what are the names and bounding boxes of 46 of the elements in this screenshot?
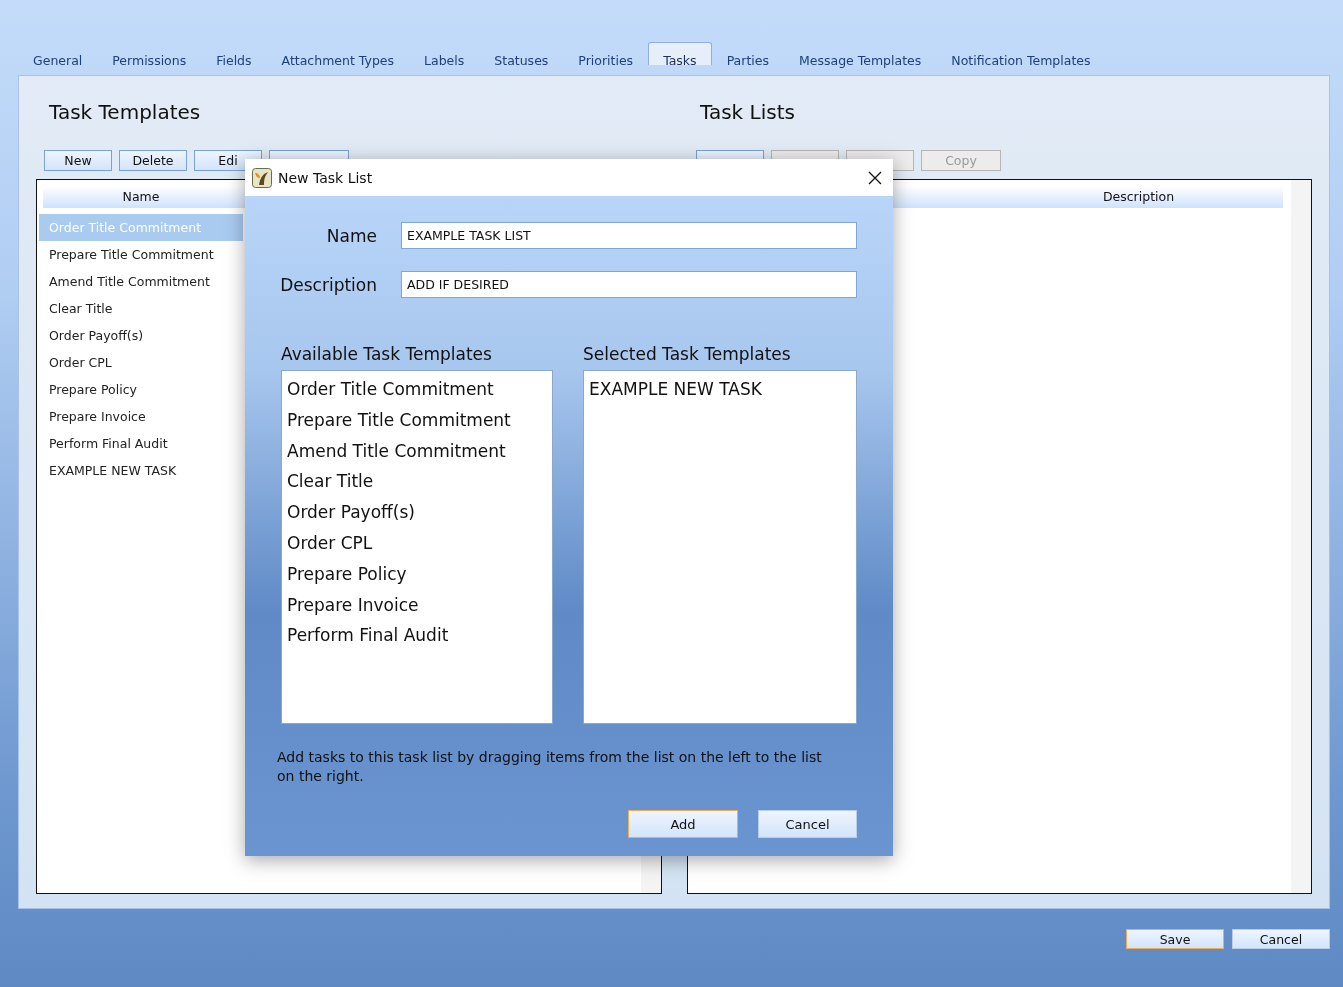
list-item[interactable]: Prepare Policy [287,559,552,591]
list-item[interactable]: Order Payoff(s) [287,498,552,529]
list-item[interactable]: Order CPL [39,349,243,376]
add-button[interactable]: Add [628,810,738,838]
list-item[interactable]: Prepare Title Commitment [39,241,243,268]
list-item[interactable]: Prepare Invoice [287,590,552,622]
list-item[interactable]: EXAMPLE NEW TASK [39,457,243,484]
tab[interactable]: General [18,42,98,65]
field-label: Name [325,225,377,246]
tab[interactable]: Labels [409,42,480,65]
list-item[interactable]: EXAMPLE NEW TASK [589,375,856,406]
list-item[interactable]: Amend Title Commitment [39,268,243,295]
field-label: Description [279,274,377,295]
list-item[interactable]: Prepare Invoice [39,403,243,430]
list-item[interactable]: Clear Title [39,295,243,322]
section-title: Task Lists [700,100,796,126]
save-button[interactable]: Save [1126,929,1224,949]
list-item[interactable]: Prepare Title Commitment [287,405,552,437]
scroll-bar[interactable] [1291,180,1311,893]
toolbar-button[interactable]: Delete [119,150,187,171]
tab[interactable]: Permissions [97,42,202,65]
list-item[interactable]: Clear Title [287,467,552,499]
tab[interactable]: Priorities [563,42,649,65]
close-icon[interactable] [867,169,883,186]
list-item[interactable]: Perform Final Audit [287,621,552,653]
list-item[interactable]: Order Title Commitment [287,375,552,406]
tab[interactable]: Parties [711,42,784,65]
tab[interactable]: Statuses [479,42,564,65]
description-field[interactable]: ADD IF DESIRED [401,271,857,298]
list-title: Selected Task Templates [583,344,792,366]
cancel-button[interactable]: Cancel [1232,929,1330,949]
list-item[interactable]: Prepare Policy [39,376,243,403]
toolbar-button[interactable]: New [44,150,112,171]
app-icon [252,167,272,188]
tab[interactable]: Fields [201,42,267,65]
list-title: Available Task Templates [281,344,493,366]
cancel-button[interactable]: Cancel [758,810,857,838]
list-item[interactable]: Perform Final Audit [39,430,243,457]
tab[interactable]: Tasks [648,42,712,65]
section-title: Task Templates [49,100,202,126]
list-item[interactable]: Amend Title Commitment [287,436,552,468]
name-field[interactable]: EXAMPLE TASK LIST [401,222,857,249]
list-item[interactable]: Order Payoff(s) [39,322,243,349]
dialog-title: New Task List [278,169,374,186]
instruction-text: Add tasks to this task list by dragging items from the list on the left to the list on the right. [277,748,823,786]
list-item[interactable]: Order CPL [287,529,552,560]
